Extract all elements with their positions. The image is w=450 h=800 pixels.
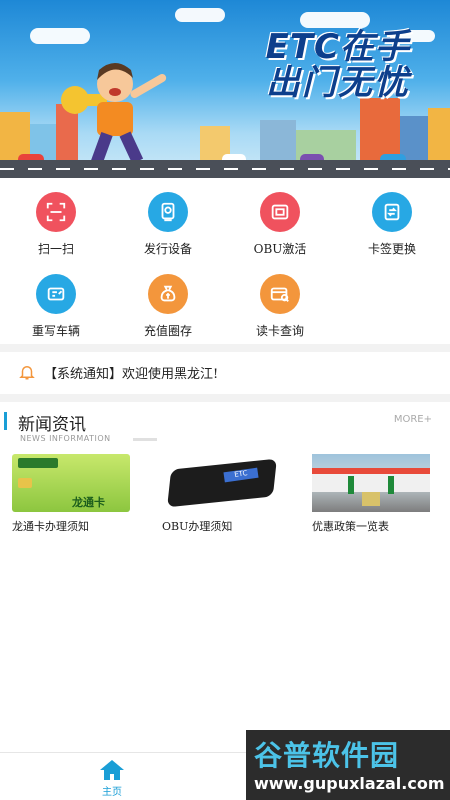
news-item-title: 龙通卡办理须知 — [12, 520, 89, 533]
building-decoration — [260, 120, 296, 160]
function-grid: 扫一扫 发行设备 OBU激活 卡签更换 重写车辆 充值圈存 读卡查询 — [0, 186, 450, 350]
building-decoration — [360, 98, 400, 160]
news-image-card: 龙通卡 — [12, 454, 130, 512]
function-label: 读卡查询 — [255, 324, 304, 338]
home-icon — [100, 760, 124, 780]
function-label: 重写车辆 — [31, 324, 80, 338]
news-item[interactable]: 优惠政策一览表 — [312, 454, 430, 534]
building-decoration — [0, 112, 30, 160]
function-card-swap[interactable]: 卡签更换 — [336, 186, 448, 268]
mascot-illustration — [61, 63, 167, 165]
function-scan[interactable]: 扫一扫 — [0, 186, 112, 268]
building-decoration — [428, 108, 450, 160]
news-header: 新闻资讯 NEWS INFORMATION MORE+ — [0, 408, 450, 448]
building-decoration — [400, 116, 428, 160]
section-divider — [0, 394, 450, 402]
news-item[interactable]: ETC OBU办理须知 — [162, 454, 280, 534]
function-read-card[interactable]: 读卡查询 — [224, 268, 336, 350]
news-item-title: OBU办理须知 — [162, 520, 233, 533]
system-notice[interactable]: 【系统通知】欢迎使用黑龙江! — [0, 352, 450, 392]
tab-home-label: 主页 — [102, 787, 122, 798]
cloud-decoration — [30, 28, 90, 44]
function-label: 卡签更换 — [367, 242, 416, 256]
read-card-icon — [260, 274, 300, 314]
function-label: 扫一扫 — [37, 242, 74, 256]
card-text: 龙通卡 — [72, 496, 105, 509]
function-label: OBU激活 — [253, 242, 307, 256]
news-image-tollgate — [312, 454, 430, 512]
function-label: 充值圈存 — [143, 324, 192, 338]
subtitle-line — [133, 438, 157, 441]
section-divider — [0, 344, 450, 352]
tab-home[interactable]: 主页 — [92, 759, 132, 798]
function-recharge[interactable]: 充值圈存 — [112, 268, 224, 350]
cloud-decoration — [300, 12, 370, 28]
top-banner[interactable]: ETC在手 出门无忧 — [0, 0, 450, 178]
scan-icon — [36, 192, 76, 232]
news-item[interactable]: 龙通卡 龙通卡办理须知 — [12, 454, 130, 534]
function-device-issue[interactable]: 发行设备 — [112, 186, 224, 268]
news-subtitle: NEWS INFORMATION — [20, 434, 111, 443]
obu-activate-icon — [260, 192, 300, 232]
notice-text: 【系统通知】欢迎使用黑龙江! — [44, 366, 219, 382]
cloud-decoration — [175, 8, 225, 22]
watermark: 谷普软件园 www.gupuxlazal.com — [246, 730, 450, 800]
watermark-url: www.gupuxlazal.com — [254, 774, 445, 793]
news-title: 新闻资讯 — [18, 415, 86, 435]
bell-icon — [19, 366, 35, 380]
recharge-icon — [148, 274, 188, 314]
accent-bar — [4, 412, 7, 430]
function-rewrite-vehicle[interactable]: 重写车辆 — [0, 268, 112, 350]
banner-title-line2: 出门无忧 — [266, 62, 410, 103]
road-decoration — [0, 160, 450, 178]
news-list: 龙通卡 龙通卡办理须知 ETC OBU办理须知 优惠政策一览表 — [0, 454, 450, 534]
watermark-brand: 谷普软件园 — [254, 739, 400, 772]
news-item-title: 优惠政策一览表 — [312, 520, 389, 533]
function-obu-activate[interactable]: OBU激活 — [224, 186, 336, 268]
banner-title: ETC在手 出门无忧 — [265, 27, 410, 103]
function-label: 发行设备 — [143, 242, 192, 256]
device-issue-icon — [148, 192, 188, 232]
rewrite-vehicle-icon — [36, 274, 76, 314]
news-more-link[interactable]: MORE+ — [394, 414, 432, 425]
card-swap-icon — [372, 192, 412, 232]
banner-title-line1: ETC在手 — [265, 27, 410, 67]
news-image-obu: ETC — [162, 454, 280, 512]
